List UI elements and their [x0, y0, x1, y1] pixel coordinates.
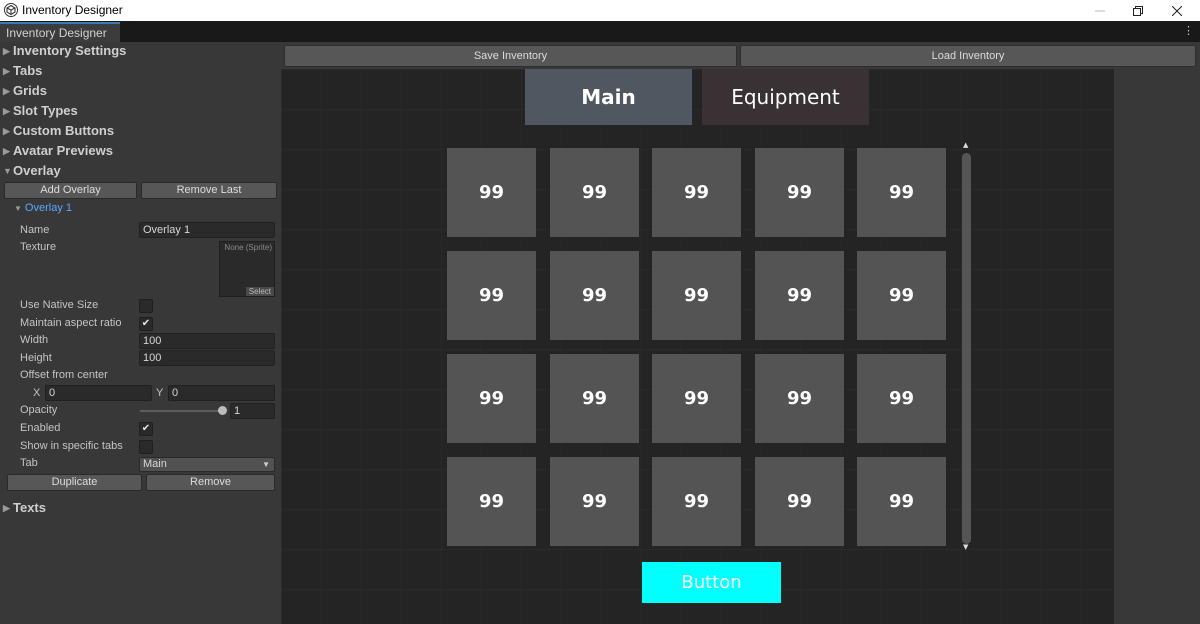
inventory-slot[interactable]: 99 — [755, 457, 844, 546]
fold-arrow-icon: ▶ — [3, 503, 10, 513]
close-icon — [1172, 5, 1182, 16]
scroll-up-arrow-icon[interactable]: ▲ — [963, 141, 968, 149]
inventory-slot[interactable]: 99 — [857, 354, 946, 443]
designer-main-area: Save Inventory Load Inventory Main Equip… — [281, 42, 1200, 624]
offset-y-field[interactable]: 0 — [168, 385, 275, 401]
grid-scrollbar[interactable] — [962, 153, 971, 544]
section-overlay[interactable]: ▼Overlay — [3, 163, 61, 178]
height-field[interactable]: 100 — [139, 350, 275, 366]
inventory-slot[interactable]: 99 — [755, 251, 844, 340]
opacity-slider-track[interactable] — [140, 410, 224, 412]
inventory-slot[interactable]: 99 — [652, 354, 741, 443]
tab-dropdown-value: Main — [143, 458, 167, 470]
inventory-slot[interactable]: 99 — [857, 148, 946, 237]
overlay-1-foldout[interactable]: ▼ Overlay 1 — [14, 202, 72, 214]
tab-inventory-designer[interactable]: Inventory Designer — [0, 22, 120, 42]
inventory-slot[interactable]: 99 — [755, 354, 844, 443]
opacity-slider-handle[interactable] — [218, 406, 227, 415]
inventory-slot[interactable]: 99 — [550, 148, 639, 237]
inventory-slot[interactable]: 99 — [755, 148, 844, 237]
fold-arrow-expanded-icon: ▼ — [3, 166, 12, 176]
native-size-checkbox[interactable] — [139, 299, 153, 313]
remove-last-button[interactable]: Remove Last — [141, 182, 277, 199]
inventory-slot[interactable]: 99 — [652, 148, 741, 237]
width-field[interactable]: 100 — [139, 333, 275, 349]
unity-logo-icon — [4, 3, 18, 17]
texture-field[interactable]: None (Sprite) Select — [219, 241, 275, 297]
section-slot-types[interactable]: ▶ Slot Types — [3, 103, 78, 118]
inventory-slot[interactable]: 99 — [857, 251, 946, 340]
enabled-label: Enabled — [20, 422, 61, 434]
offset-label: Offset from center — [20, 369, 108, 381]
native-size-label: Use Native Size — [20, 299, 99, 311]
fold-arrow-icon: ▶ — [3, 86, 10, 96]
inventory-preview-canvas: Main Equipment 99 99 99 99 99 99 99 99 99 99 99 99 9… — [281, 69, 1114, 624]
window-title: Inventory Designer — [22, 3, 123, 17]
remove-button[interactable]: Remove — [146, 474, 275, 491]
inventory-slot[interactable]: 99 — [550, 457, 639, 546]
inventory-slot[interactable]: 99 — [550, 251, 639, 340]
height-label: Height — [20, 352, 52, 364]
inventory-slot[interactable]: 99 — [857, 457, 946, 546]
aspect-ratio-label: Maintain aspect ratio — [20, 317, 122, 329]
restore-icon — [1133, 5, 1143, 16]
inventory-slot[interactable]: 99 — [447, 457, 536, 546]
fold-arrow-icon: ▶ — [3, 106, 10, 116]
inventory-slot[interactable]: 99 — [447, 251, 536, 340]
minimize-icon — [1095, 10, 1105, 11]
tab-dropdown[interactable]: Main ▼ — [139, 457, 275, 472]
texture-select-button[interactable]: Select — [245, 287, 274, 296]
inventory-slot[interactable]: 99 — [652, 457, 741, 546]
offset-x-field[interactable]: 0 — [45, 385, 152, 401]
section-avatar-previews[interactable]: ▶ Avatar Previews — [3, 143, 113, 158]
offset-y-label: Y — [156, 387, 164, 399]
load-inventory-button[interactable]: Load Inventory — [740, 45, 1196, 67]
section-grids[interactable]: ▶ Grids — [3, 83, 47, 98]
fold-arrow-icon: ▶ — [3, 46, 10, 56]
inventory-tab-main[interactable]: Main — [525, 69, 692, 125]
section-custom-buttons[interactable]: ▶ Custom Buttons — [3, 123, 114, 138]
kebab-menu-icon[interactable]: ⋮ — [1183, 24, 1194, 38]
tab-label: Inventory Designer — [6, 26, 107, 40]
dropdown-arrow-icon: ▼ — [262, 460, 270, 469]
section-inventory-settings[interactable]: ▶ Inventory Settings — [3, 43, 126, 58]
width-label: Width — [20, 334, 49, 346]
section-texts[interactable]: ▶ Texts — [3, 500, 46, 515]
editor-tab-strip: Inventory Designer ⋮ — [0, 21, 1200, 42]
close-button[interactable] — [1154, 0, 1200, 21]
custom-button[interactable]: Button — [642, 562, 781, 603]
offset-x-label: X — [33, 387, 41, 399]
name-label: Name — [20, 224, 50, 236]
save-inventory-button[interactable]: Save Inventory — [284, 45, 737, 67]
inventory-slot[interactable]: 99 — [447, 354, 536, 443]
fold-arrow-icon: ▶ — [3, 66, 10, 76]
check-icon: ✔ — [141, 318, 151, 329]
duplicate-button[interactable]: Duplicate — [7, 474, 142, 491]
texture-label: Texture — [20, 241, 57, 253]
fold-arrow-icon: ▶ — [3, 146, 10, 156]
add-overlay-button[interactable]: Add Overlay — [4, 182, 137, 199]
name-field[interactable]: Overlay 1 — [139, 222, 275, 238]
inventory-tab-equipment[interactable]: Equipment — [702, 69, 869, 125]
inventory-slot[interactable]: 99 — [447, 148, 536, 237]
section-tabs[interactable]: ▶ Tabs — [3, 63, 42, 78]
inventory-slot[interactable]: 99 — [550, 354, 639, 443]
specific-tabs-label: Show in specific tabs — [20, 440, 123, 452]
opacity-field[interactable]: 1 — [230, 403, 275, 419]
check-icon: ✔ — [141, 423, 151, 434]
specific-tabs-checkbox[interactable] — [139, 440, 153, 454]
enabled-checkbox[interactable]: ✔ — [139, 422, 153, 436]
texture-value: None (Sprite) — [224, 243, 272, 252]
tab-label: Tab — [20, 457, 38, 469]
fold-arrow-icon: ▶ — [3, 126, 10, 136]
inventory-slot[interactable]: 99 — [652, 251, 741, 340]
inspector-panel: ▶ Inventory Settings ▶ Tabs ▶ Grids ▶ Slot T… — [0, 42, 281, 624]
opacity-label: Opacity — [20, 404, 58, 416]
fold-arrow-expanded-icon: ▼ — [14, 204, 22, 213]
aspect-ratio-checkbox[interactable]: ✔ — [139, 317, 153, 331]
scroll-down-arrow-icon[interactable]: ▼ — [963, 543, 968, 551]
window-title-bar: Inventory Designer — [0, 0, 1200, 21]
